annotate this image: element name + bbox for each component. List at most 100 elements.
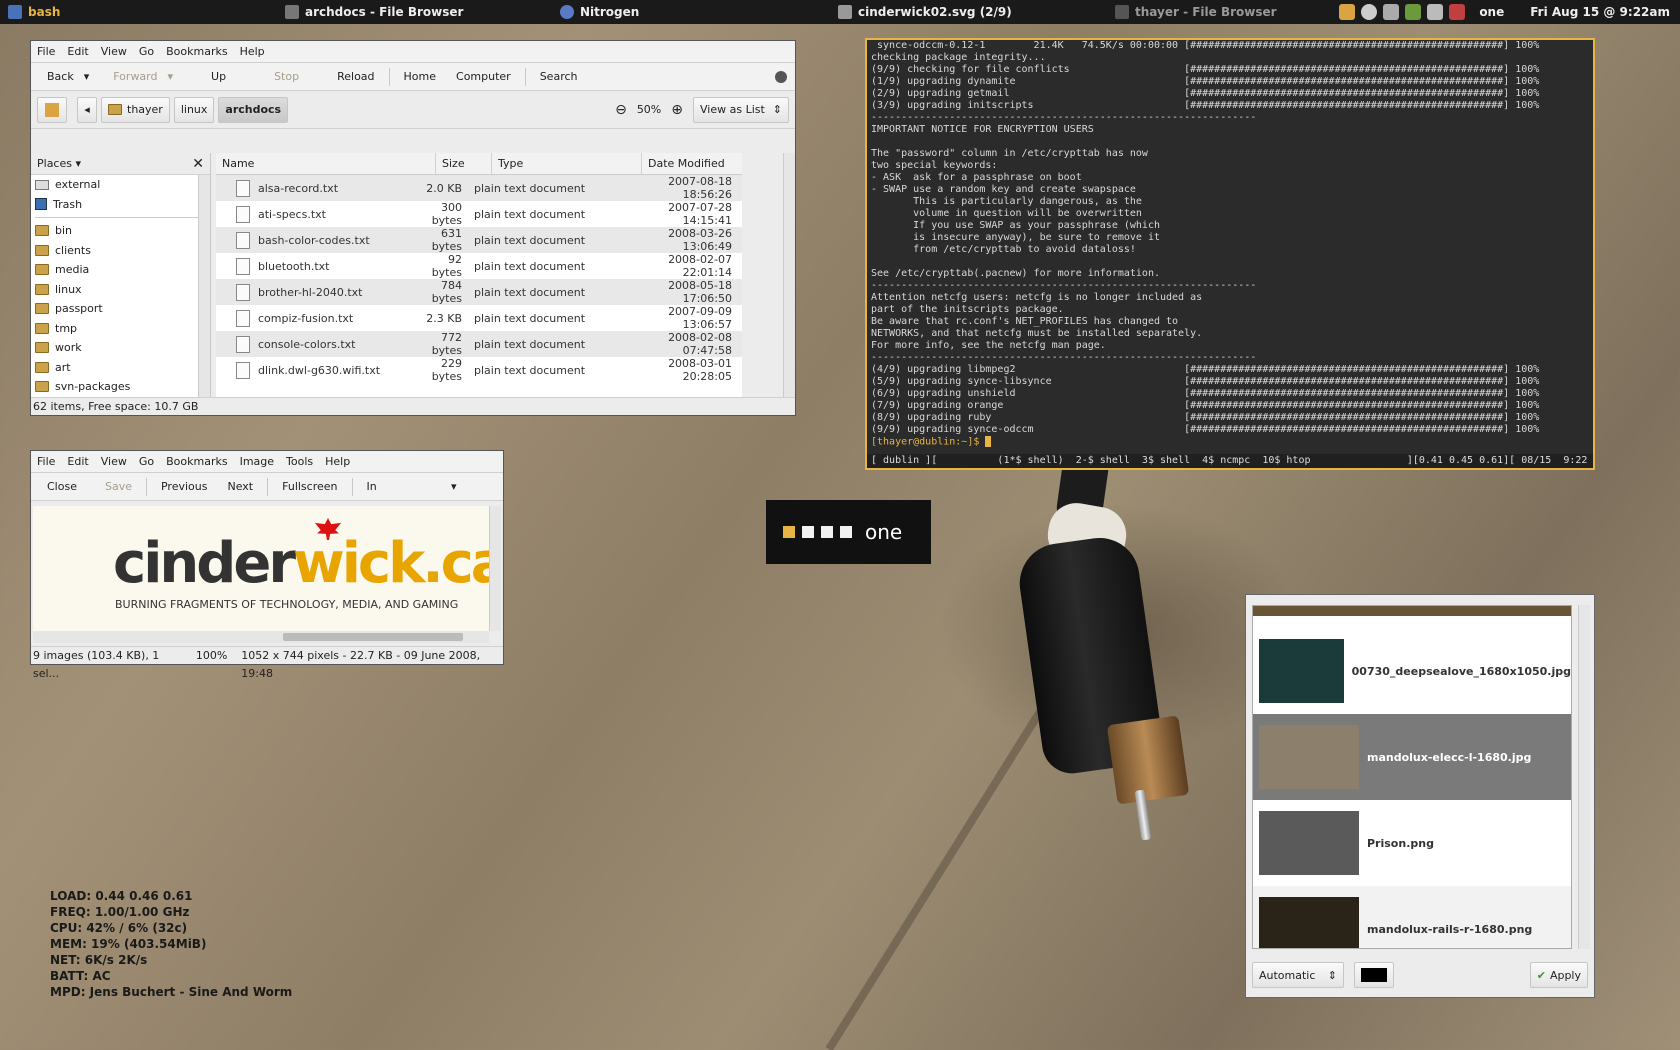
fullscreen-button[interactable]: Fullscreen (272, 476, 347, 498)
power-icon[interactable] (1449, 4, 1466, 20)
place-linux[interactable]: linux (31, 280, 210, 300)
place-tmp[interactable]: tmp (31, 319, 210, 339)
terminal-window[interactable]: synce-odccm-0.12-1 21.4K 74.5K/s 00:00:0… (865, 38, 1595, 470)
column-date[interactable]: Date Modified (642, 153, 742, 175)
stop-button[interactable]: Stop (264, 66, 309, 88)
file-list-scrollbar[interactable] (783, 153, 795, 397)
crumb-archdocs[interactable]: archdocs (218, 96, 289, 123)
place-work[interactable]: work (31, 338, 210, 358)
reload-button[interactable]: Reload (327, 66, 384, 88)
path-left-button[interactable]: ◂ (77, 96, 97, 123)
task-thayer[interactable]: thayer - File Browser (1115, 0, 1277, 24)
menu-tools[interactable]: Tools (286, 455, 313, 468)
edit-location-button[interactable] (37, 96, 67, 123)
task-nitrogen[interactable]: Nitrogen (560, 0, 639, 24)
list-item[interactable]: mandolux-elecc-l-1680.jpg (1253, 714, 1571, 800)
crumb-linux[interactable]: linux (173, 96, 215, 123)
notes-icon[interactable] (1339, 4, 1356, 20)
save-button[interactable]: Save (95, 476, 142, 498)
place-trash[interactable]: Trash (31, 195, 210, 215)
computer-button[interactable]: Computer (446, 66, 521, 88)
hscroll-thumb[interactable] (283, 633, 463, 641)
back-button[interactable]: Back (37, 66, 84, 88)
next-button[interactable]: Next (217, 476, 263, 498)
drive-icon[interactable] (1427, 4, 1444, 20)
network-icon[interactable] (1361, 4, 1378, 20)
menu-view[interactable]: View (101, 455, 127, 468)
place-media[interactable]: media (31, 260, 210, 280)
up-button[interactable]: Up (201, 66, 236, 88)
task-bash[interactable]: bash (8, 0, 60, 24)
back-dropdown-icon[interactable]: ▾ (84, 70, 90, 83)
mail-icon[interactable] (1383, 4, 1400, 20)
file-name: bash-color-codes.txt (258, 233, 370, 247)
places-sidebar: Places ▾ ✕ external Trash bin clients me… (31, 153, 211, 415)
place-clients[interactable]: clients (31, 241, 210, 261)
menu-bookmarks[interactable]: Bookmarks (166, 455, 227, 468)
forward-dropdown-icon[interactable]: ▾ (168, 70, 174, 83)
mode-select[interactable]: Automatic ⇕ (1252, 962, 1344, 988)
column-name[interactable]: Name (216, 153, 436, 175)
zoom-mode-select[interactable]: In ▾ (357, 476, 467, 498)
image-vscrollbar[interactable] (489, 506, 501, 631)
zoom-in-icon[interactable]: ⊕ (671, 102, 683, 118)
list-item[interactable]: mandolux-rails-r-1680.png (1253, 886, 1571, 948)
updates-icon[interactable] (1405, 4, 1422, 20)
zoom-out-icon[interactable]: ⊖ (615, 102, 627, 118)
place-passport[interactable]: passport (31, 299, 210, 319)
clock[interactable]: Fri Aug 15 @ 9:22am (1530, 5, 1670, 19)
menu-help[interactable]: Help (325, 455, 350, 468)
table-row[interactable]: console-colors.txt 772 bytes plain text do… (216, 331, 742, 357)
places-scrollbar[interactable] (198, 175, 210, 415)
place-label: bin (55, 224, 73, 238)
table-row[interactable]: ati-specs.txt 300 bytes plain text documen… (216, 201, 742, 227)
task-image-viewer[interactable]: cinderwick02.svg (2/9) (838, 0, 1012, 24)
menu-edit[interactable]: Edit (67, 455, 88, 468)
table-row[interactable]: bluetooth.txt 92 bytes plain text document… (216, 253, 742, 279)
previous-button[interactable]: Previous (151, 476, 218, 498)
image-hscrollbar[interactable] (33, 631, 489, 643)
menu-edit[interactable]: Edit (67, 45, 88, 58)
menu-go[interactable]: Go (139, 455, 154, 468)
place-svn-packages[interactable]: svn-packages (31, 377, 210, 397)
table-row[interactable]: alsa-record.txt 2.0 KB plain text document… (216, 175, 742, 201)
view-mode-select[interactable]: View as List ⇕ (693, 96, 789, 123)
list-item[interactable]: 00730_deepsealove_1680x1050.jpg (1253, 628, 1571, 714)
image-canvas[interactable]: cinderwick.ca BURNING FRAGMENTS OF TECHN… (33, 506, 489, 631)
table-row[interactable]: brother-hl-2040.txt 784 bytes plain text d… (216, 279, 742, 305)
color-picker-button[interactable] (1354, 962, 1394, 988)
crumb-thayer[interactable]: thayer (101, 96, 170, 123)
terminal-line: See /etc/crypttab(.pacnew) for more info… (871, 268, 1160, 279)
task-archdocs[interactable]: archdocs - File Browser (285, 0, 463, 24)
menu-bookmarks[interactable]: Bookmarks (166, 45, 227, 58)
forward-button[interactable]: Forward (103, 66, 167, 88)
column-type[interactable]: Type (492, 153, 642, 175)
task-label: Nitrogen (580, 5, 640, 19)
place-art[interactable]: art (31, 358, 210, 378)
menu-image[interactable]: Image (240, 455, 274, 468)
zoom-level[interactable]: 50% (637, 103, 661, 116)
place-bin[interactable]: bin (31, 221, 210, 241)
places-select[interactable]: Places ▾ (37, 157, 81, 170)
file-browser-window: File Edit View Go Bookmarks Help Back ▾ … (30, 40, 796, 416)
close-button[interactable]: Close (37, 476, 87, 498)
menu-file[interactable]: File (37, 45, 55, 58)
wallpaper-list-scrollbar[interactable] (1578, 605, 1590, 949)
column-size[interactable]: Size (436, 153, 492, 175)
close-icon[interactable]: ✕ (192, 156, 204, 172)
file-size: 772 bytes (431, 331, 462, 357)
menu-help[interactable]: Help (240, 45, 265, 58)
list-item[interactable]: Prison.png (1253, 800, 1571, 886)
table-row[interactable]: dlink.dwl-g630.wifi.txt 229 bytes plain te… (216, 357, 742, 383)
place-external[interactable]: external (31, 175, 210, 195)
menu-view[interactable]: View (101, 45, 127, 58)
table-row[interactable]: compiz-fusion.txt 2.3 KB plain text docume… (216, 305, 742, 331)
menu-go[interactable]: Go (139, 45, 154, 58)
home-button[interactable]: Home (394, 66, 446, 88)
apply-button[interactable]: ✔ Apply (1529, 962, 1588, 988)
search-button[interactable]: Search (530, 66, 588, 88)
file-date: 2008-03-26 13:06:49 (668, 227, 732, 253)
menu-file[interactable]: File (37, 455, 55, 468)
table-row[interactable]: bash-color-codes.txt 631 bytes plain text … (216, 227, 742, 253)
workspace-name[interactable]: one (1479, 5, 1504, 19)
